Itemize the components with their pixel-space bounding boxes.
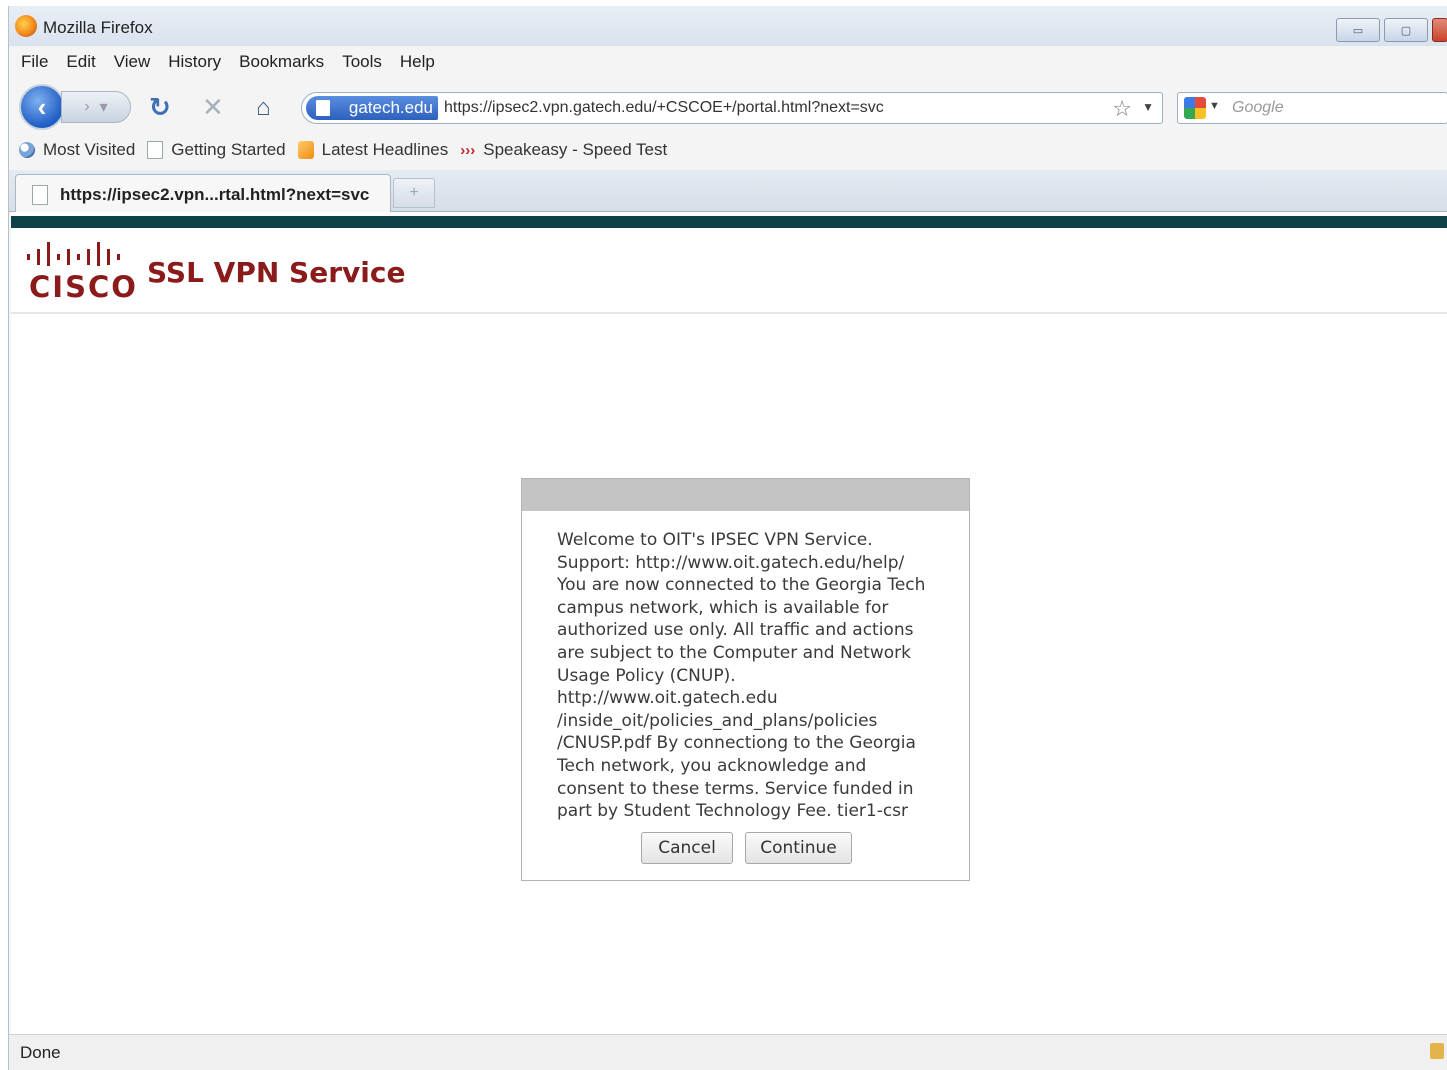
- search-engine-dropdown-icon[interactable]: ▼: [1209, 100, 1220, 112]
- url-input[interactable]: https://ipsec2.vpn.gatech.edu/+CSCOE+/po…: [444, 99, 884, 117]
- tab-active[interactable]: https://ipsec2.vpn...rtal.html?next=svc: [15, 174, 391, 212]
- continue-button[interactable]: Continue: [745, 832, 852, 864]
- minimize-button[interactable]: ▭: [1336, 18, 1380, 42]
- browser-window: Mozilla Firefox ▭ ▢ File Edit View Histo…: [8, 6, 1447, 1070]
- bookmark-getting-started[interactable]: Getting Started: [147, 140, 286, 160]
- forward-arrow-icon: ›: [84, 98, 90, 115]
- maximize-button[interactable]: ▢: [1384, 18, 1428, 42]
- reload-icon[interactable]: ↻: [149, 92, 171, 123]
- page-content: CISCO SSL VPN Service Welcome to OIT's I…: [11, 212, 1447, 1034]
- menu-bar: File Edit View History Bookmarks Tools H…: [9, 48, 1447, 76]
- url-dropdown-icon[interactable]: ▼: [1142, 100, 1154, 114]
- lock-icon[interactable]: [1430, 1043, 1444, 1059]
- menu-bookmarks[interactable]: Bookmarks: [239, 52, 324, 72]
- back-button[interactable]: ‹: [19, 84, 65, 130]
- window-controls: ▭ ▢: [1336, 18, 1447, 42]
- chevron-icon: ›››: [460, 141, 476, 159]
- site-identity-button[interactable]: gatech.edu: [306, 96, 438, 120]
- address-bar[interactable]: gatech.edu https://ipsec2.vpn.gatech.edu…: [301, 92, 1163, 124]
- new-tab-button[interactable]: +: [393, 178, 435, 208]
- bookmarks-toolbar: Most Visited Getting Started Latest Head…: [9, 136, 1447, 164]
- menu-tools[interactable]: Tools: [342, 52, 382, 72]
- page-title: SSL VPN Service: [147, 256, 406, 289]
- menu-file[interactable]: File: [21, 52, 48, 72]
- menu-history[interactable]: History: [168, 52, 221, 72]
- bookmark-label: Most Visited: [43, 140, 136, 159]
- menu-edit[interactable]: Edit: [66, 52, 95, 72]
- back-arrow-icon: ‹: [37, 91, 47, 122]
- history-dropdown-icon[interactable]: ▾: [100, 97, 108, 117]
- dialog-header: [522, 479, 969, 511]
- cisco-bars-icon: [27, 242, 120, 266]
- dialog-message: Welcome to OIT's IPSEC VPN Service. Supp…: [557, 530, 926, 822]
- status-bar: Done: [9, 1034, 1447, 1070]
- menu-view[interactable]: View: [114, 52, 151, 72]
- menu-help[interactable]: Help: [400, 52, 435, 72]
- forward-button[interactable]: › ▾: [61, 91, 131, 123]
- status-text: Done: [20, 1043, 61, 1062]
- most-visited-icon: [19, 142, 35, 158]
- home-icon[interactable]: ⌂: [256, 94, 271, 122]
- bookmark-label: Speakeasy - Speed Test: [483, 140, 668, 159]
- window-title: Mozilla Firefox: [43, 18, 153, 37]
- cancel-button[interactable]: Cancel: [641, 832, 733, 864]
- page-header: CISCO SSL VPN Service: [11, 228, 1447, 314]
- site-identity-label: gatech.edu: [348, 98, 433, 117]
- bookmark-label: Getting Started: [171, 140, 286, 159]
- header-accent-bar: [11, 216, 1447, 228]
- tab-label: https://ipsec2.vpn...rtal.html?next=svc: [60, 185, 370, 204]
- page-icon: [316, 100, 330, 116]
- rss-icon: [297, 141, 314, 159]
- page-icon: [32, 185, 48, 205]
- tab-bar: https://ipsec2.vpn...rtal.html?next=svc …: [9, 170, 1447, 212]
- title-bar: Mozilla Firefox ▭ ▢: [9, 6, 1447, 46]
- bookmark-latest-headlines[interactable]: Latest Headlines: [297, 140, 449, 160]
- bookmark-speakeasy[interactable]: ››› Speakeasy - Speed Test: [460, 140, 667, 160]
- page-icon: [147, 141, 164, 159]
- search-bar[interactable]: ▼ Google: [1177, 92, 1447, 124]
- bookmark-star-icon[interactable]: ☆: [1112, 96, 1132, 122]
- search-input[interactable]: Google: [1232, 99, 1284, 117]
- stop-icon[interactable]: ✕: [202, 92, 224, 123]
- firefox-logo-icon: [15, 15, 37, 37]
- search-engine-icon[interactable]: [1184, 97, 1206, 119]
- bookmark-label: Latest Headlines: [321, 140, 449, 159]
- plus-icon: +: [409, 184, 419, 201]
- close-button[interactable]: [1432, 18, 1447, 42]
- cisco-logo-text: CISCO: [29, 270, 138, 304]
- navigation-toolbar: ‹ › ▾ ↻ ✕ ⌂ gatech.edu https://ipsec2.vp…: [9, 80, 1447, 130]
- bookmark-most-visited[interactable]: Most Visited: [19, 140, 135, 160]
- banner-dialog: Welcome to OIT's IPSEC VPN Service. Supp…: [521, 478, 970, 881]
